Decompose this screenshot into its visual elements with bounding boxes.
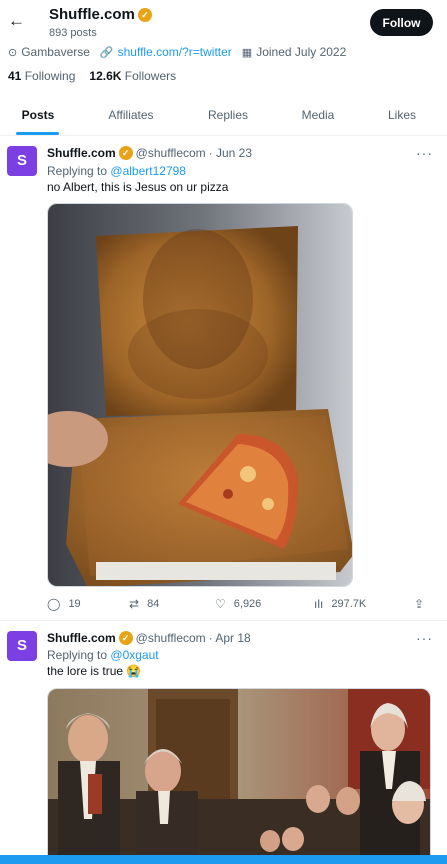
like-action[interactable]: ♡ 6,926 [215, 597, 261, 611]
post-count: 893 posts [49, 27, 97, 39]
tweet[interactable]: S Shuffle.com ✓ @shufflecom · Apr 18 ···… [0, 622, 447, 858]
tweet-author-name[interactable]: Shuffle.com [47, 146, 116, 160]
joined-item: ▦ Joined July 2022 [242, 45, 346, 59]
pizza-box-illustration [48, 204, 352, 586]
profile-name-row: Shuffle.com ✓ [49, 6, 152, 23]
views-action[interactable]: ılı 297.7K [314, 597, 366, 611]
tweet-text: the lore is true 😭 [47, 664, 142, 678]
share-action[interactable]: ⇪ [414, 597, 424, 611]
views-chart-icon: ılı [314, 597, 324, 611]
replying-to: Replying to @0xgaut [47, 648, 159, 662]
verified-badge-icon: ✓ [118, 146, 133, 160]
share-icon: ⇪ [414, 597, 425, 611]
tab-replies[interactable]: Replies [196, 96, 260, 136]
following-link[interactable]: 41 Following [8, 69, 75, 83]
active-tab-indicator [16, 132, 59, 135]
follow-button[interactable]: Follow [370, 9, 433, 36]
following-count: 41 [8, 69, 22, 83]
tweet-date[interactable]: · Apr 18 [209, 631, 251, 645]
view-count: 297.7K [331, 598, 367, 610]
website-item[interactable]: 🔗 shuffle.com/?r=twitter [100, 45, 232, 59]
tweet-header: Shuffle.com ✓ @shufflecom · Jun 23 [47, 146, 252, 160]
reply-icon: ◯ [47, 597, 61, 611]
location-icon: ⊙ [8, 46, 18, 59]
bottom-banner-bar [0, 855, 447, 864]
heart-icon: ♡ [215, 597, 226, 611]
historical-painting-illustration [48, 689, 430, 858]
verified-badge-icon: ✓ [118, 631, 133, 645]
avatar[interactable]: S [7, 631, 37, 661]
replying-to-handle[interactable]: @albert12798 [110, 164, 186, 178]
reply-action[interactable]: ◯ 19 [47, 597, 81, 611]
followers-count: 12.6K [89, 69, 122, 83]
profile-tabs: Posts Affiliates Replies Media Likes [0, 96, 447, 136]
repost-count: 84 [147, 598, 160, 610]
followers-link[interactable]: 12.6K Followers [89, 69, 176, 83]
repost-icon: ⇄ [129, 597, 140, 611]
tweet-header: Shuffle.com ✓ @shufflecom · Apr 18 [47, 631, 251, 645]
follow-stats: 41 Following 12.6K Followers [8, 69, 176, 83]
tab-posts[interactable]: Posts [6, 96, 70, 136]
tweet-author-name[interactable]: Shuffle.com [47, 631, 116, 645]
like-count: 6,926 [233, 598, 262, 610]
tab-media[interactable]: Media [290, 96, 346, 136]
tweet-image-painting[interactable] [47, 688, 431, 858]
location-item: ⊙ Gambaverse [8, 45, 90, 59]
replying-to-label: Replying to [47, 164, 108, 178]
tweet-actions: ◯ 19 ⇄ 84 ♡ 6,926 ılı 297.7K ⇪ [47, 597, 437, 617]
back-arrow-icon[interactable]: ← [8, 11, 25, 31]
tweet-date[interactable]: · Jun 23 [209, 146, 252, 160]
replying-to: Replying to @albert12798 [47, 164, 186, 178]
tab-likes[interactable]: Likes [375, 96, 429, 136]
profile-name: Shuffle.com [49, 6, 135, 23]
more-options-icon[interactable]: ··· [416, 630, 433, 646]
joined-text: Joined July 2022 [256, 45, 347, 59]
repost-action[interactable]: ⇄ 84 [129, 597, 159, 611]
replying-to-label: Replying to [47, 648, 108, 662]
calendar-icon: ▦ [241, 46, 253, 59]
profile-meta: ⊙ Gambaverse 🔗 shuffle.com/?r=twitter ▦ … [8, 45, 356, 59]
tweet-text: no Albert, this is Jesus on ur pizza [47, 180, 229, 194]
tweet[interactable]: S Shuffle.com ✓ @shufflecom · Jun 23 ···… [0, 137, 447, 621]
reply-count: 19 [68, 598, 81, 610]
profile-header: ← Shuffle.com ✓ 893 posts Follow [0, 0, 447, 44]
verified-badge-icon: ✓ [137, 7, 152, 22]
location-text: Gambaverse [21, 45, 90, 59]
followers-label: Followers [124, 69, 177, 83]
tweet-author-handle[interactable]: @shufflecom [136, 146, 206, 160]
website-link[interactable]: shuffle.com/?r=twitter [118, 45, 232, 59]
tweet-image-pizza[interactable] [47, 203, 353, 587]
link-icon: 🔗 [99, 46, 114, 59]
replying-to-handle[interactable]: @0xgaut [110, 648, 158, 662]
more-options-icon[interactable]: ··· [416, 145, 433, 161]
tab-affiliates[interactable]: Affiliates [96, 96, 166, 136]
tweet-author-handle[interactable]: @shufflecom [136, 631, 206, 645]
following-label: Following [24, 69, 76, 83]
avatar[interactable]: S [7, 146, 37, 176]
